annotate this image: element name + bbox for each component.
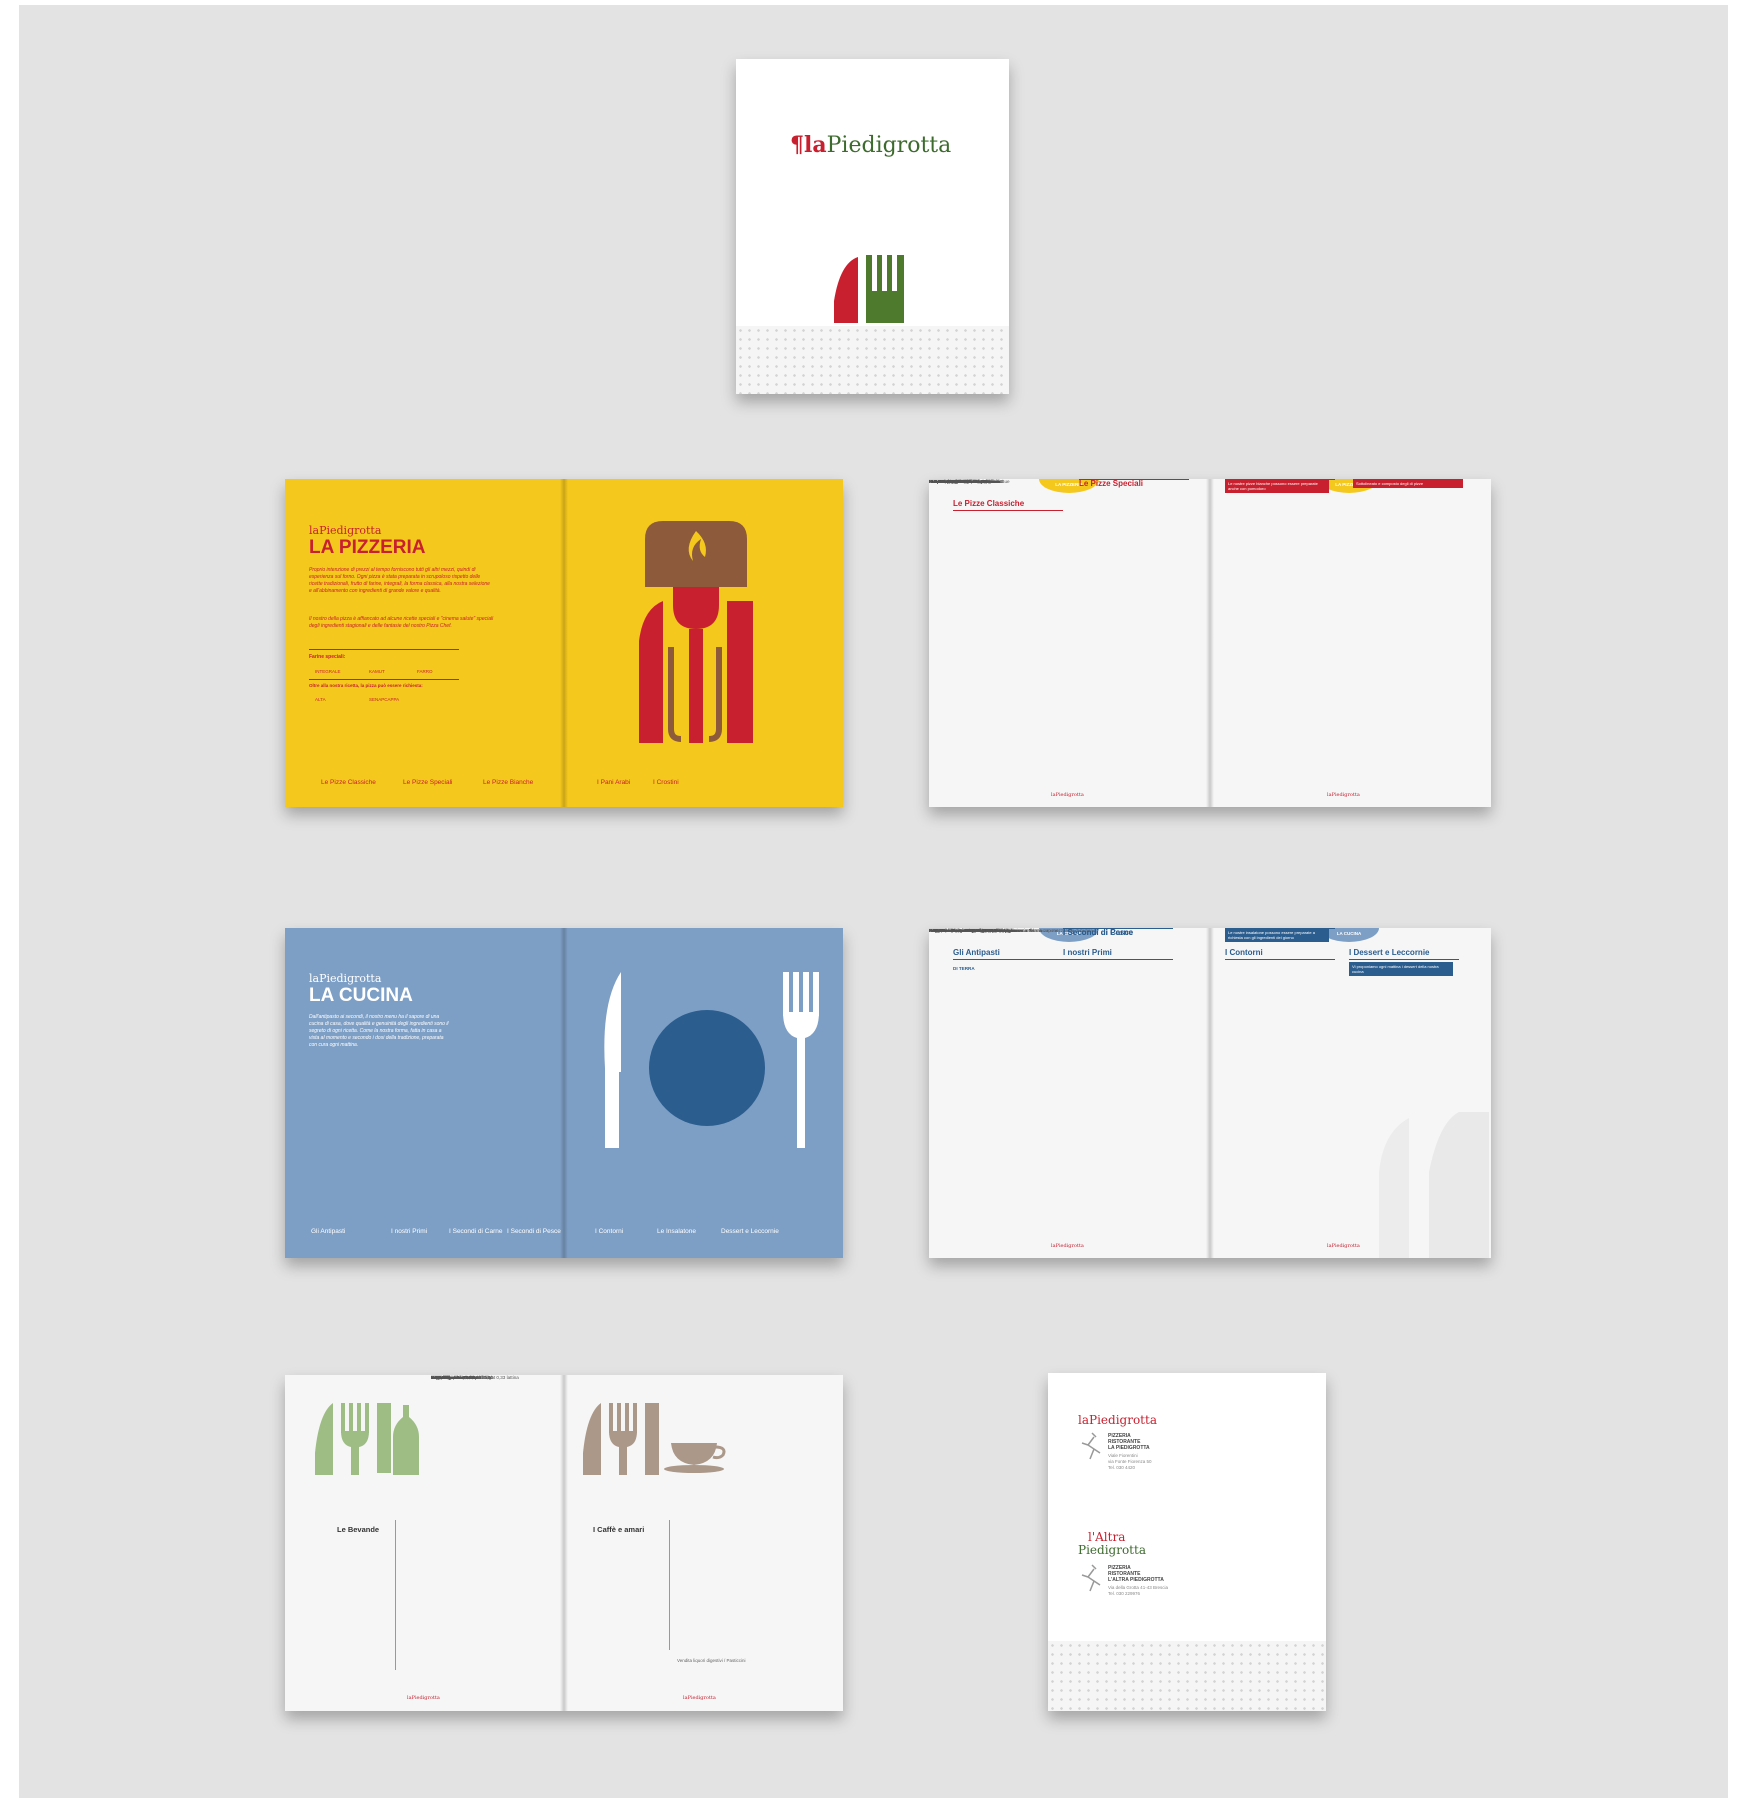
menu-section-title: Le Pizze Classiche [953,499,1025,508]
extra-item: ALTA [315,697,326,702]
back-cover: laPiedigrotta PIZZERIA RISTORANTE LA PIE… [1048,1373,1326,1711]
extra-item: SENAPCAPPA [369,697,400,702]
menu-section-rule [1063,959,1173,960]
menu-info-band: Le nostre pizze bianche possono essere p… [1225,479,1329,493]
mockup-board: ¶laPiedigrotta laPiedigrotta LA PIZZERIA… [19,5,1728,1798]
pizzeria-nav-item: Le Pizze Speciali [403,779,453,786]
drinks-note: Vendita liquori digestivi / Pasticcini [677,1658,746,1663]
cucina-title: LA CUCINA [309,985,413,1006]
knife-fork-icon [834,255,904,323]
cucina-nav-item: I nostri Primi [391,1228,428,1235]
cucina-spread: laPiedigrotta LA CUCINA Dall'antipasto a… [285,928,843,1258]
runner-icon [1081,1432,1101,1460]
menu-section-title: I Secondi di Pesce [1063,928,1134,937]
cucina-nav-item: Dessert e Leccornie [721,1228,779,1235]
menu-section-title: I Contorni [1225,948,1263,957]
pizzeria-nav-item: I Pani Arabi [597,779,631,786]
cucina-nav-item: Le Insalatone [657,1228,697,1235]
cucina-intro: Dall'antipasto ai secondi, il nostro men… [309,1014,449,1048]
cucina-nav-item: I Contorni [595,1228,624,1235]
back-logo-1: laPiedigrotta [1078,1413,1157,1427]
dot-pattern [736,326,1009,394]
drinks-left-title: Le Bevande [337,1525,380,1534]
page-footer-logo: laPiedigrotta [1327,792,1360,798]
back-sub-1: LA PIEDIGROTTA [1108,1445,1150,1451]
drinks-spread: Le Bevande I Caffè e amari Acqua mineral… [285,1375,843,1711]
cutlery-cup-icon [583,1403,726,1475]
back-logo-2: Piedigrotta [1078,1543,1146,1557]
menu-info-band: Sottolineato e composto degli di pizze [1353,479,1463,488]
pizzeria-spread: laPiedigrotta LA PIZZERIA Proprio intenz… [285,479,843,807]
dough-item: FARRO [417,669,433,674]
menu-cover: ¶laPiedigrotta [736,59,1009,394]
cucina-nav-item: I Secondi di Pesce [507,1228,561,1235]
back-addr-2: Via della Grotta 41-43 Brescia [1108,1585,1168,1590]
page-footer-logo: laPiedigrotta [407,1695,440,1701]
pizzeria-title: LA PIZZERIA [309,537,426,558]
pizzeria-logo: laPiedigrotta [309,524,382,537]
page-footer-logo: laPiedigrotta [683,1695,716,1701]
dot-pattern [1048,1641,1326,1711]
cucina-logo: laPiedigrotta [309,972,382,985]
dough-item: INTEGRALE [315,669,341,674]
cucina-menu-spread: LA CUCINA LA CUCINA Gli Antipasti DI TERR… [929,928,1491,1258]
cucina-nav-item: I Secondi di Carne [449,1228,503,1235]
extra-label: Oltre alla nostra ricetta, la pizza può … [309,683,423,688]
cover-logo: ¶laPiedigrotta [790,132,952,158]
pizzeria-nav-item: Le Pizze Classiche [321,779,376,786]
dough-label: Farine speciali: [309,654,346,660]
menu-section-title: Le Pizze Speciali [1079,479,1144,488]
back-addr-1: Tel. 030 4420 [1108,1465,1136,1470]
plate-cutlery-icon [604,972,819,1148]
menu-section-title: Gli Antipasti [953,948,1000,957]
menu-subsection: DI TERRA [953,966,975,971]
watermark-cutlery-icon [1379,1112,1489,1258]
menu-section-title: I nostri Primi [1063,948,1112,957]
menu-section-rule [1349,959,1459,960]
pizza-oven-icon [639,521,753,743]
menu-item-divider [983,928,996,929]
back-sub-2: L'ALTRA PIEDIGROTTA [1108,1577,1164,1583]
menu-info-band: Le nostre insalatone possono essere prep… [1225,928,1329,942]
brand-mark-icon: ¶ [790,132,804,158]
menu-info-band: Vi proponiamo ogni mattina i dessert del… [1349,962,1453,976]
page-footer-logo: laPiedigrotta [1051,1243,1084,1249]
menu-item-divider [431,1375,442,1376]
menu-section-rule [1063,928,1173,929]
back-addr-1: via Fonte Fiorenza 50 [1108,1459,1152,1464]
menu-section-rule [1079,479,1189,480]
drinks-right-title: I Caffè e amari [593,1525,645,1534]
pizzeria-intro-2: Il nostro della pizza è affiancato ad al… [309,616,494,629]
pizzeria-nav-item: I Crostini [653,779,679,786]
back-addr-2: Tel. 030 229976 [1108,1591,1141,1596]
menu-section-rule [953,510,1063,511]
pizzeria-intro: Proprio intenzione di prezzi al tempo fo… [309,567,490,594]
page-footer-logo: laPiedigrotta [1327,1243,1360,1249]
runner-icon [1081,1564,1101,1592]
menu-item-divider [929,928,945,929]
pizzeria-nav-item: Le Pizze Bianche [483,779,534,786]
pizza-menu-spread: LA PIZZERIA LA PIZZERIA Le Pizze Classic… [929,479,1491,807]
menu-section-title: I Dessert e Leccornie [1349,948,1430,957]
menu-item-divider [929,479,943,480]
back-logo-2: l'Altra [1088,1530,1126,1544]
cutlery-bottle-icon [315,1403,419,1475]
menu-section-rule [1225,959,1335,960]
menu-section-rule [953,959,1063,960]
dough-item: KAMUT [369,669,385,674]
cucina-nav-item: Gli Antipasti [311,1228,346,1235]
back-addr-1: Viale Fiorentini [1108,1453,1138,1458]
page-footer-logo: laPiedigrotta [1051,792,1084,798]
